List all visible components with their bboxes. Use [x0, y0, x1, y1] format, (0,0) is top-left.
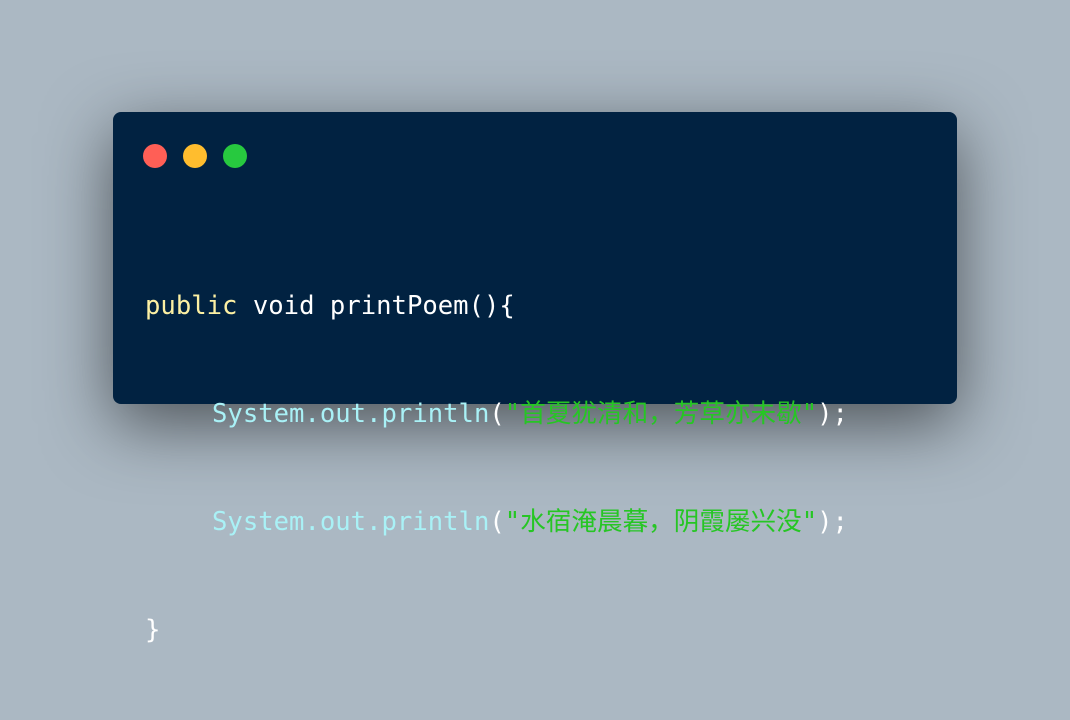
- code-line-4: }: [145, 612, 848, 648]
- open-paren: (: [489, 399, 505, 429]
- string-literal: "首夏犹清和，芳草亦未歇": [504, 399, 818, 429]
- window-controls: [143, 144, 247, 168]
- open-paren: (: [489, 507, 505, 537]
- maximize-icon[interactable]: [223, 144, 247, 168]
- code-line-3: System.out.println("水宿淹晨暮，阴霞屡兴没");: [145, 504, 848, 540]
- minimize-icon[interactable]: [183, 144, 207, 168]
- close-paren: );: [817, 507, 848, 537]
- code-window: public void printPoem(){ System.out.prin…: [113, 112, 957, 645]
- closing-brace: }: [145, 615, 161, 645]
- code-line-1: public void printPoem(){: [145, 288, 848, 324]
- println-call: System.out.println: [212, 399, 490, 429]
- code-line-2: System.out.println("首夏犹清和，芳草亦未歇");: [145, 396, 848, 432]
- println-call: System.out.println: [212, 507, 490, 537]
- close-paren: );: [817, 399, 848, 429]
- keyword-public: public: [145, 291, 238, 321]
- string-literal: "水宿淹晨暮，阴霞屡兴没": [504, 507, 818, 537]
- code-block: public void printPoem(){ System.out.prin…: [145, 216, 848, 720]
- method-signature: void printPoem(){: [237, 291, 515, 321]
- close-icon[interactable]: [143, 144, 167, 168]
